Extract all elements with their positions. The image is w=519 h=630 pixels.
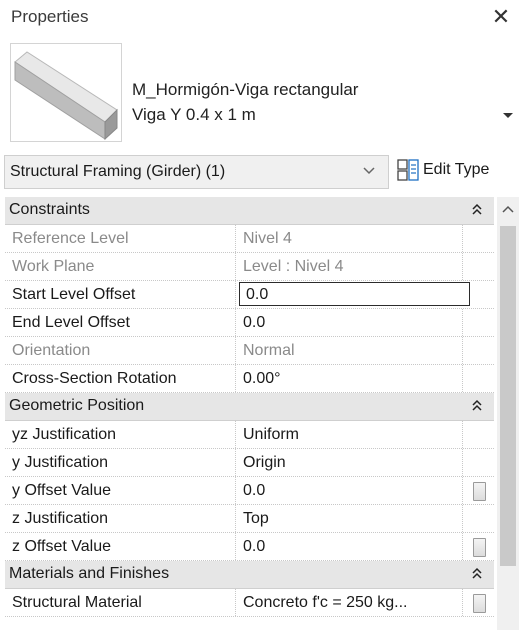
property-name: y Justification [5, 449, 236, 476]
properties-titlebar: Properties ✕ [0, 0, 519, 38]
associate-parameter-button[interactable] [473, 594, 486, 613]
section-materials-and-finishes[interactable]: Materials and Finishes [5, 561, 494, 589]
property-row-reference-level: Reference Level Nivel 4 [5, 225, 494, 253]
property-row-z-offset-value[interactable]: z Offset Value 0.0 [5, 533, 494, 561]
property-value[interactable]: Uniform [237, 421, 462, 448]
type-selector[interactable]: M_Hormigón-Viga rectangular Viga Y 0.4 x… [0, 38, 519, 148]
section-title: Geometric Position [9, 397, 145, 414]
properties-grid: Constraints Reference Level Nivel 4 Work… [5, 197, 494, 630]
type-name: Viga Y 0.4 x 1 m [132, 105, 256, 124]
property-name: Orientation [5, 337, 236, 364]
property-name: Structural Material [5, 589, 236, 616]
property-name: z Offset Value [5, 533, 236, 560]
beam-preview-image [10, 43, 122, 142]
property-row-cross-section-rotation[interactable]: Cross-Section Rotation 0.00° [5, 365, 494, 393]
edit-type-button[interactable]: Edit Type [397, 155, 515, 185]
type-dropdown-icon[interactable] [501, 108, 515, 122]
collapse-icon[interactable] [472, 203, 482, 217]
scroll-up-icon[interactable] [502, 205, 514, 215]
property-value: Nivel 4 [243, 230, 292, 247]
beam-thumbnail-icon [14, 51, 118, 141]
start-level-offset-input[interactable]: 0.0 [239, 282, 470, 306]
collapse-icon[interactable] [472, 399, 482, 413]
edit-type-label: Edit Type [423, 161, 490, 178]
property-row-orientation: Orientation Normal [5, 337, 494, 365]
property-row-structural-material[interactable]: Structural Material Concreto f'c = 250 k… [5, 589, 494, 617]
property-name: Work Plane [5, 253, 236, 280]
section-title: Constraints [9, 201, 90, 218]
scrollbar-thumb[interactable] [500, 226, 516, 566]
property-value[interactable]: Origin [237, 449, 462, 476]
collapse-icon[interactable] [472, 567, 482, 581]
chevron-down-icon [363, 167, 375, 175]
filter-selected-label: Structural Framing (Girder) (1) [10, 163, 226, 180]
edit-type-icon [397, 159, 419, 181]
property-row-work-plane: Work Plane Level : Nivel 4 [5, 253, 494, 281]
property-value[interactable]: 0.0 [237, 477, 462, 504]
property-name: y Offset Value [5, 477, 236, 504]
property-row-end-level-offset[interactable]: End Level Offset 0.0 [5, 309, 494, 337]
property-name: Start Level Offset [5, 281, 236, 308]
property-row-y-offset-value[interactable]: y Offset Value 0.0 [5, 477, 494, 505]
property-value[interactable]: 0.00° [237, 365, 462, 392]
property-row-start-level-offset[interactable]: Start Level Offset 0.0 [5, 281, 494, 309]
element-filter-dropdown[interactable]: Structural Framing (Girder) (1) [4, 155, 389, 189]
associate-parameter-button[interactable] [473, 538, 486, 557]
property-row-y-justification[interactable]: y Justification Origin [5, 449, 494, 477]
type-family-name: M_Hormigón-Viga rectangular [132, 80, 359, 99]
associate-parameter-button[interactable] [473, 482, 486, 501]
property-value: Level : Nivel 4 [243, 258, 344, 275]
property-value[interactable]: Concreto f'c = 250 kg... [237, 589, 462, 616]
property-name: Cross-Section Rotation [5, 365, 236, 392]
section-title: Materials and Finishes [9, 565, 170, 582]
property-name: End Level Offset [5, 309, 236, 336]
close-icon[interactable]: ✕ [489, 4, 513, 30]
property-name: z Justification [5, 505, 236, 532]
section-constraints[interactable]: Constraints [5, 197, 494, 225]
property-row-z-justification[interactable]: z Justification Top [5, 505, 494, 533]
property-value[interactable]: Top [237, 505, 462, 532]
property-name: Reference Level [5, 225, 236, 252]
property-value: Normal [243, 342, 295, 359]
property-value[interactable]: 0.0 [237, 309, 462, 336]
property-name: yz Justification [5, 421, 236, 448]
section-geometric-position[interactable]: Geometric Position [5, 393, 494, 421]
property-row-yz-justification[interactable]: yz Justification Uniform [5, 421, 494, 449]
vertical-scrollbar[interactable] [497, 197, 519, 630]
panel-title: Properties [11, 7, 89, 26]
property-value[interactable]: 0.0 [237, 533, 462, 560]
